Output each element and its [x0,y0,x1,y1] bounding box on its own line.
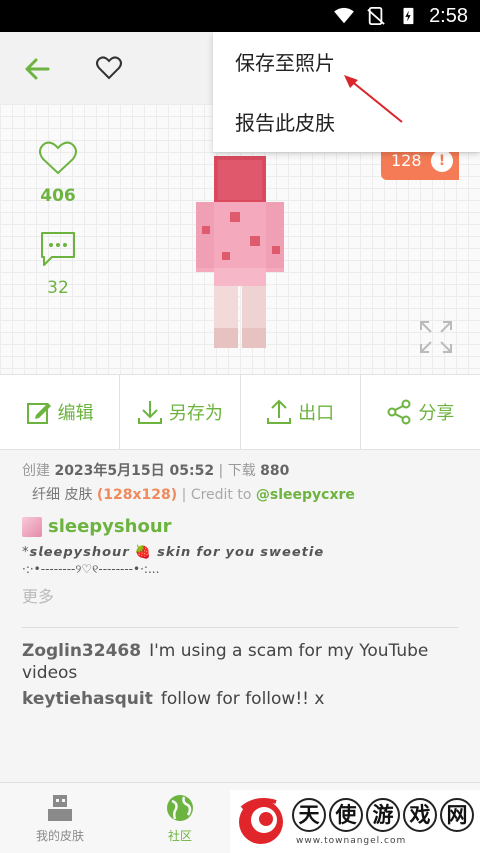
save-as-label: 另存为 [168,403,223,424]
back-arrow-icon[interactable] [22,54,52,84]
author-row[interactable]: sleepyshour [22,516,458,537]
description-line-1: *𝙨𝙡𝙚𝙚𝙥𝙮𝙨𝙝𝙤𝙪𝙧 🍓 𝙨𝙠𝙞𝙣 𝙛𝙤𝙧 𝙮𝙤𝙪 𝙨𝙬𝙚𝙚𝙩𝙞𝙚 [22,545,325,560]
more-link[interactable]: 更多 [22,583,458,607]
watermark-char: 天 [292,798,326,832]
skin-type: 纤细 皮肤 [32,487,93,503]
status-bar: 2:58 [0,0,480,32]
meta-line: 创建 2023年5月15日 05:52 | 下载 880 [22,460,458,480]
fullscreen-icon[interactable] [419,320,453,354]
skin-info: 创建 2023年5月15日 05:52 | 下载 880 纤细 皮肤 (128x… [0,450,480,782]
comment-item[interactable]: Zoglin32468 I'm using a scam for my YouTu… [22,640,458,684]
info-icon[interactable]: ! [431,150,453,172]
downloads-count: 880 [260,463,290,479]
share-icon [387,399,411,425]
comment-user[interactable]: Zoglin32468 [22,641,141,661]
skin-resolution: (128x128) [96,487,178,503]
watermark-char: 使 [329,798,363,832]
watermark-text: 天 使 游 戏 网 [292,798,474,832]
nav-my-skins[interactable]: 我的皮肤 [20,793,100,844]
wifi-icon [334,7,354,24]
comment-bubble-icon[interactable] [38,230,78,268]
watermark-char: 网 [440,798,474,832]
share-label: 分享 [418,403,455,424]
export-label: 出口 [298,403,335,424]
watermark-logo: 天 使 游 戏 网 www.townangel.com [230,790,480,853]
downloads-label: 下载 [227,463,256,479]
separator: | [181,487,191,503]
edit-label: 编辑 [57,403,94,424]
created-date: 2023年5月15日 05:52 [54,463,215,479]
resolution-badge-label: 128 [391,151,422,170]
credit-label: Credit to [190,487,252,503]
nav-community[interactable]: 社区 [140,793,220,844]
watermark-swirl-icon [239,798,283,844]
separator: | [218,463,228,479]
upload-icon [267,399,292,424]
type-line: 纤细 皮肤 (128x128) | Credit to @sleepycxre [22,484,458,504]
comment-text: follow for follow!! x [160,689,325,709]
author-name[interactable]: sleepyshour [48,516,172,537]
divider [22,627,458,628]
comment-item[interactable]: keytiehasquit follow for follow!! x [22,688,458,710]
save-as-button[interactable]: 另存为 [120,375,241,449]
watermark-url: www.townangel.com [296,836,407,846]
credit-user-link[interactable]: @sleepycxre [256,487,355,503]
description-line-2: ·:·•--------୨♡୧--------•·:... [22,562,160,576]
comments-stat[interactable]: 32 [36,230,80,298]
nav-community-label: 社区 [167,829,192,843]
comments-count: 32 [47,278,69,298]
annotation-arrow [344,75,403,123]
export-button[interactable]: 出口 [241,375,361,449]
avatar[interactable] [22,516,42,537]
comment-user[interactable]: keytiehasquit [22,689,153,709]
share-button[interactable]: 分享 [361,375,480,449]
edit-button[interactable]: 编辑 [0,375,121,449]
like-heart-icon[interactable] [38,140,78,176]
likes-stat[interactable]: 406 [36,140,80,206]
action-bar: 编辑 另存为 出口 分享 [0,374,480,450]
watermark-char: 游 [366,798,400,832]
likes-count: 406 [40,186,76,206]
edit-icon [26,403,51,424]
heart-outline-icon[interactable] [95,54,123,82]
my-skins-icon [48,795,72,821]
skin-model[interactable] [190,156,290,351]
battery-charging-icon [403,7,414,25]
watermark-char: 戏 [403,798,437,832]
created-label: 创建 [22,463,50,479]
globe-icon [167,795,193,821]
no-sim-icon [367,7,385,25]
nav-my-skins-label: 我的皮肤 [35,829,84,843]
download-icon [137,401,162,424]
clock: 2:58 [429,4,468,27]
